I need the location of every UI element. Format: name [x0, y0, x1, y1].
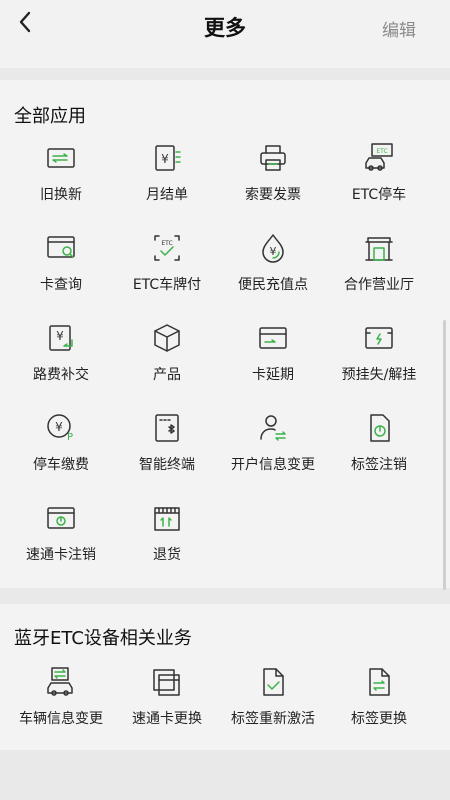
app-item-label: ETC停车 — [351, 187, 407, 203]
app-item-tag-replace[interactable]: 标签更换 — [326, 662, 432, 738]
card-replace-icon — [151, 666, 183, 698]
app-item-label: 速通卡更换 — [132, 711, 202, 727]
app-item-toll-repay[interactable]: ¥ 路费补交 — [8, 318, 114, 394]
app-item-tag-cancel[interactable]: 标签注销 — [326, 408, 432, 484]
app-item-label: 智能终端 — [139, 457, 195, 473]
app-item-label: 标签注销 — [351, 457, 407, 473]
app-item-card-lock[interactable]: 预挂失/解挂 — [326, 318, 432, 394]
app-item-product-box[interactable]: 产品 — [114, 318, 220, 394]
vehicle-change-icon — [45, 666, 77, 698]
card-extend-icon — [257, 322, 289, 354]
app-item-etc-plate-pay[interactable]: ETC ETC车牌付 — [114, 228, 220, 304]
all-apps-section: 全部应用 旧换新 ¥ 月结单 索要发票 ETC ETC停车卡查询 ETC ETC车牌付 ¥ 便民充… — [0, 80, 450, 590]
scrollbar[interactable] — [443, 320, 446, 590]
svg-text:¥: ¥ — [270, 245, 277, 258]
app-item-service-hall[interactable]: 合作营业厅 — [326, 228, 432, 304]
parking-fee-icon: ¥ P — [45, 412, 77, 444]
app-item-bluetooth-terminal[interactable]: 智能终端 — [114, 408, 220, 484]
svg-text:ETC: ETC — [376, 148, 387, 155]
card-lock-icon — [363, 322, 395, 354]
app-item-label: 索要发票 — [245, 187, 301, 203]
app-item-return-box[interactable]: 退货 — [114, 498, 220, 574]
app-item-label: 卡查询 — [40, 277, 82, 293]
bluetooth-terminal-icon — [151, 412, 183, 444]
card-search-icon — [45, 232, 77, 264]
monthly-bill-icon: ¥ — [151, 142, 183, 174]
app-item-etc-parking[interactable]: ETC ETC停车 — [326, 138, 432, 214]
card-exchange-icon — [45, 142, 77, 174]
app-item-label: 产品 — [153, 367, 181, 383]
top-bar: 更多 编辑 — [0, 0, 450, 68]
app-item-label: 合作营业厅 — [344, 277, 414, 293]
section-title-bluetooth-etc: 蓝牙ETC设备相关业务 — [14, 628, 192, 649]
section-title-all-apps: 全部应用 — [14, 106, 86, 127]
app-item-label: 车辆信息变更 — [19, 711, 103, 727]
tag-replace-icon — [363, 666, 395, 698]
edit-button[interactable]: 编辑 — [382, 16, 416, 41]
app-item-card-search[interactable]: 卡查询 — [8, 228, 114, 304]
app-item-monthly-bill[interactable]: ¥ 月结单 — [114, 138, 220, 214]
app-item-label: 便民充值点 — [238, 277, 308, 293]
app-item-label: 卡延期 — [252, 367, 294, 383]
app-item-label: 停车缴费 — [33, 457, 89, 473]
app-item-label: 月结单 — [146, 187, 188, 203]
svg-text:ETC: ETC — [161, 240, 172, 247]
app-item-label: 标签重新激活 — [231, 711, 315, 727]
app-item-user-change[interactable]: 开户信息变更 — [220, 408, 326, 484]
app-item-label: 开户信息变更 — [231, 457, 315, 473]
toll-repay-icon: ¥ — [45, 322, 77, 354]
card-cancel-icon — [45, 502, 77, 534]
service-hall-icon — [363, 232, 395, 264]
app-item-label: 旧换新 — [40, 187, 82, 203]
app-item-label: 路费补交 — [33, 367, 89, 383]
app-item-card-cancel[interactable]: 速通卡注销 — [8, 498, 114, 574]
recharge-point-icon: ¥ — [257, 232, 289, 264]
etc-plate-pay-icon: ETC — [151, 232, 183, 264]
product-box-icon — [151, 322, 183, 354]
app-item-parking-fee[interactable]: ¥ P 停车缴费 — [8, 408, 114, 484]
app-item-label: 速通卡注销 — [26, 547, 96, 563]
app-item-printer[interactable]: 索要发票 — [220, 138, 326, 214]
tag-reactivate-icon — [257, 666, 289, 698]
app-item-label: 标签更换 — [351, 711, 407, 727]
app-item-tag-reactivate[interactable]: 标签重新激活 — [220, 662, 326, 738]
printer-icon — [257, 142, 289, 174]
app-item-label: 预挂失/解挂 — [341, 367, 417, 383]
app-item-card-exchange[interactable]: 旧换新 — [8, 138, 114, 214]
app-item-vehicle-change[interactable]: 车辆信息变更 — [8, 662, 114, 738]
user-change-icon — [257, 412, 289, 444]
svg-text:¥: ¥ — [161, 152, 169, 166]
return-box-icon — [151, 502, 183, 534]
svg-text:P: P — [67, 432, 73, 443]
app-item-recharge-point[interactable]: ¥ 便民充值点 — [220, 228, 326, 304]
app-item-label: 退货 — [153, 547, 181, 563]
bluetooth-etc-section: 蓝牙ETC设备相关业务 车辆信息变更 速通卡更换 标签重新激活 标签更换 — [0, 604, 450, 750]
app-item-card-extend[interactable]: 卡延期 — [220, 318, 326, 394]
svg-text:¥: ¥ — [55, 420, 63, 434]
app-item-label: ETC车牌付 — [132, 277, 202, 293]
etc-parking-icon: ETC — [363, 142, 395, 174]
tag-cancel-icon — [363, 412, 395, 444]
app-item-card-replace[interactable]: 速通卡更换 — [114, 662, 220, 738]
svg-text:¥: ¥ — [56, 329, 64, 343]
